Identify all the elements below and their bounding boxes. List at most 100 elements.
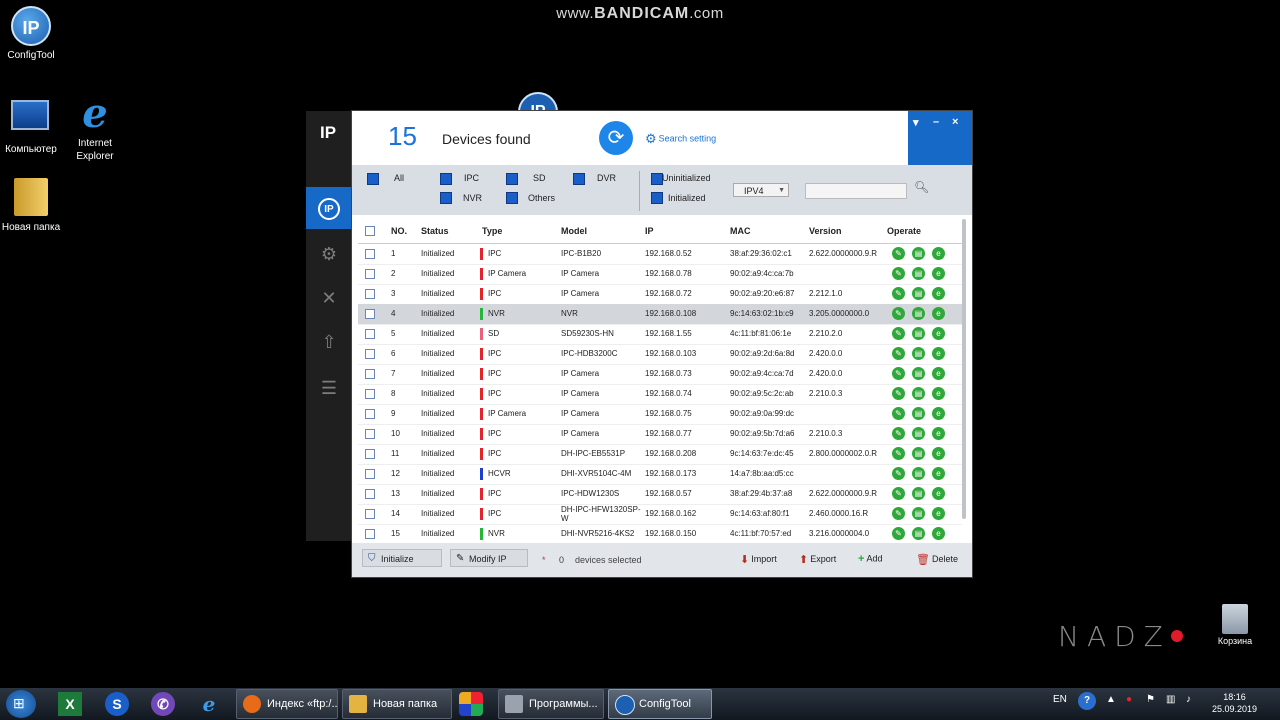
web-config-icon[interactable]: ▤ bbox=[912, 367, 925, 380]
search-icon[interactable]: 🔍︎ bbox=[914, 180, 929, 194]
search-setting-link[interactable]: ⚙ Search setting bbox=[645, 131, 716, 147]
taskbar-window-folder[interactable]: Новая папка bbox=[342, 689, 452, 719]
web-config-icon[interactable]: ▤ bbox=[912, 387, 925, 400]
filter-dvr-checkbox[interactable] bbox=[573, 173, 585, 185]
details-icon[interactable]: e bbox=[932, 507, 945, 520]
network-icon[interactable]: ▥ bbox=[1166, 694, 1175, 705]
web-config-icon[interactable]: ▤ bbox=[912, 287, 925, 300]
row-checkbox[interactable] bbox=[365, 349, 375, 359]
refresh-button[interactable]: ⟳ bbox=[599, 121, 633, 155]
details-icon[interactable]: e bbox=[932, 447, 945, 460]
details-icon[interactable]: e bbox=[932, 327, 945, 340]
web-config-icon[interactable]: ▤ bbox=[912, 487, 925, 500]
edit-icon[interactable]: ✎ bbox=[892, 467, 905, 480]
edit-icon[interactable]: ✎ bbox=[892, 327, 905, 340]
modify-ip-button[interactable]: ✎ Modify IP bbox=[450, 549, 528, 567]
menu-button[interactable]: ▾ bbox=[913, 116, 919, 129]
table-row[interactable]: 9 Initialized IP Camera IP Camera 192.168.0.… bbox=[358, 404, 962, 425]
column-header-no[interactable]: NO. bbox=[391, 226, 407, 236]
viber-icon[interactable]: ✆ bbox=[151, 692, 175, 716]
details-icon[interactable]: e bbox=[932, 287, 945, 300]
filter-all-checkbox[interactable] bbox=[367, 173, 379, 185]
table-row[interactable]: 15 Initialized NVR DHI-NVR5216-4KS2 192.168.… bbox=[358, 524, 962, 545]
ip-version-select[interactable]: IPV4 ▼ bbox=[733, 183, 789, 197]
web-config-icon[interactable]: ▤ bbox=[912, 427, 925, 440]
column-header-status[interactable]: Status bbox=[421, 226, 449, 236]
details-icon[interactable]: e bbox=[932, 407, 945, 420]
table-row[interactable]: 10 Initialized IPC IP Camera 192.168.0.77 90:… bbox=[358, 424, 962, 445]
filter-sd-checkbox[interactable] bbox=[506, 173, 518, 185]
search-input[interactable] bbox=[805, 183, 907, 199]
flag-icon[interactable]: ⚑ bbox=[1146, 694, 1155, 705]
sidebar-item-list[interactable]: ☰ bbox=[306, 367, 352, 409]
column-header-ip[interactable]: IP bbox=[645, 226, 654, 236]
table-row[interactable]: 12 Initialized HCVR DHI-XVR5104C-4M 192.168.… bbox=[358, 464, 962, 485]
row-checkbox[interactable] bbox=[365, 429, 375, 439]
edit-icon[interactable]: ✎ bbox=[892, 427, 905, 440]
delete-button[interactable]: 🗑︎ Delete bbox=[916, 553, 958, 566]
desktop-icon-recycle-bin[interactable]: Корзина bbox=[1215, 604, 1255, 646]
details-icon[interactable]: e bbox=[932, 427, 945, 440]
web-config-icon[interactable]: ▤ bbox=[912, 307, 925, 320]
initialize-button[interactable]: ⛉ Initialize bbox=[362, 549, 442, 567]
edit-icon[interactable]: ✎ bbox=[892, 347, 905, 360]
help-icon[interactable]: ? bbox=[1078, 692, 1096, 710]
table-row[interactable]: 11 Initialized IPC DH-IPC-EB5531P 192.168.0.… bbox=[358, 444, 962, 465]
desktop-icon-internet-explorer[interactable]: e Internet Explorer bbox=[55, 94, 135, 163]
volume-icon[interactable]: ♪ bbox=[1186, 694, 1191, 705]
details-icon[interactable]: e bbox=[932, 347, 945, 360]
table-row[interactable]: 4 Initialized NVR NVR 192.168.0.108 9c:14:63:… bbox=[358, 304, 962, 325]
edit-icon[interactable]: ✎ bbox=[892, 447, 905, 460]
row-checkbox[interactable] bbox=[365, 449, 375, 459]
filter-ipc-checkbox[interactable] bbox=[440, 173, 452, 185]
taskbar-window-configtool[interactable]: ConfigTool bbox=[608, 689, 712, 719]
sidebar-item-upgrade[interactable]: ⇧ bbox=[306, 321, 352, 363]
column-header-mac[interactable]: MAC bbox=[730, 226, 751, 236]
column-header-version[interactable]: Version bbox=[809, 226, 842, 236]
desktop-icon-new-folder[interactable]: Новая папка bbox=[0, 178, 71, 234]
row-checkbox[interactable] bbox=[365, 329, 375, 339]
table-row[interactable]: 5 Initialized SD SD59230S-HN 192.168.1.55 4c:… bbox=[358, 324, 962, 345]
filter-others-checkbox[interactable] bbox=[506, 192, 518, 204]
filter-initialized-checkbox[interactable] bbox=[651, 192, 663, 204]
row-checkbox[interactable] bbox=[365, 529, 375, 539]
row-checkbox[interactable] bbox=[365, 469, 375, 479]
details-icon[interactable]: e bbox=[932, 387, 945, 400]
web-config-icon[interactable]: ▤ bbox=[912, 327, 925, 340]
table-row[interactable]: 3 Initialized IPC IP Camera 192.168.0.72 90:0… bbox=[358, 284, 962, 305]
import-button[interactable]: ⬇ Import bbox=[740, 553, 777, 566]
edit-icon[interactable]: ✎ bbox=[892, 247, 905, 260]
filter-nvr-checkbox[interactable] bbox=[440, 192, 452, 204]
row-checkbox[interactable] bbox=[365, 409, 375, 419]
row-checkbox[interactable] bbox=[365, 369, 375, 379]
details-icon[interactable]: e bbox=[932, 267, 945, 280]
web-config-icon[interactable]: ▤ bbox=[912, 447, 925, 460]
table-row[interactable]: 1 Initialized IPC IPC-B1B20 192.168.0.52 38:a… bbox=[358, 244, 962, 265]
table-row[interactable]: 14 Initialized IPC DH-IPC-HFW1320SP-W 192.16… bbox=[358, 504, 962, 525]
excel-icon[interactable]: X bbox=[58, 692, 82, 716]
web-config-icon[interactable]: ▤ bbox=[912, 467, 925, 480]
edit-icon[interactable]: ✎ bbox=[892, 267, 905, 280]
web-config-icon[interactable]: ▤ bbox=[912, 267, 925, 280]
edit-icon[interactable]: ✎ bbox=[892, 287, 905, 300]
row-checkbox[interactable] bbox=[365, 509, 375, 519]
column-header-model[interactable]: Model bbox=[561, 226, 587, 236]
web-config-icon[interactable]: ▤ bbox=[912, 527, 925, 540]
details-icon[interactable]: e bbox=[932, 247, 945, 260]
sidebar-item-device-config[interactable]: ⚙ bbox=[306, 233, 352, 275]
table-row[interactable]: 13 Initialized IPC IPC-HDW1230S 192.168.0.57… bbox=[358, 484, 962, 505]
row-checkbox[interactable] bbox=[365, 289, 375, 299]
row-checkbox[interactable] bbox=[365, 489, 375, 499]
column-header-type[interactable]: Type bbox=[482, 226, 502, 236]
edit-icon[interactable]: ✎ bbox=[892, 307, 905, 320]
sidebar-item-modify-ip[interactable]: IP bbox=[306, 187, 352, 229]
row-checkbox[interactable] bbox=[365, 269, 375, 279]
skype-icon[interactable]: S bbox=[105, 692, 129, 716]
details-icon[interactable]: e bbox=[932, 367, 945, 380]
start-button[interactable]: ⊞ bbox=[6, 690, 36, 718]
add-button[interactable]: + Add bbox=[858, 553, 882, 565]
clock[interactable]: 18:16 25.09.2019 bbox=[1212, 691, 1257, 715]
row-checkbox[interactable] bbox=[365, 249, 375, 259]
table-row[interactable]: 8 Initialized IPC IP Camera 192.168.0.74 90:0… bbox=[358, 384, 962, 405]
edit-icon[interactable]: ✎ bbox=[892, 487, 905, 500]
